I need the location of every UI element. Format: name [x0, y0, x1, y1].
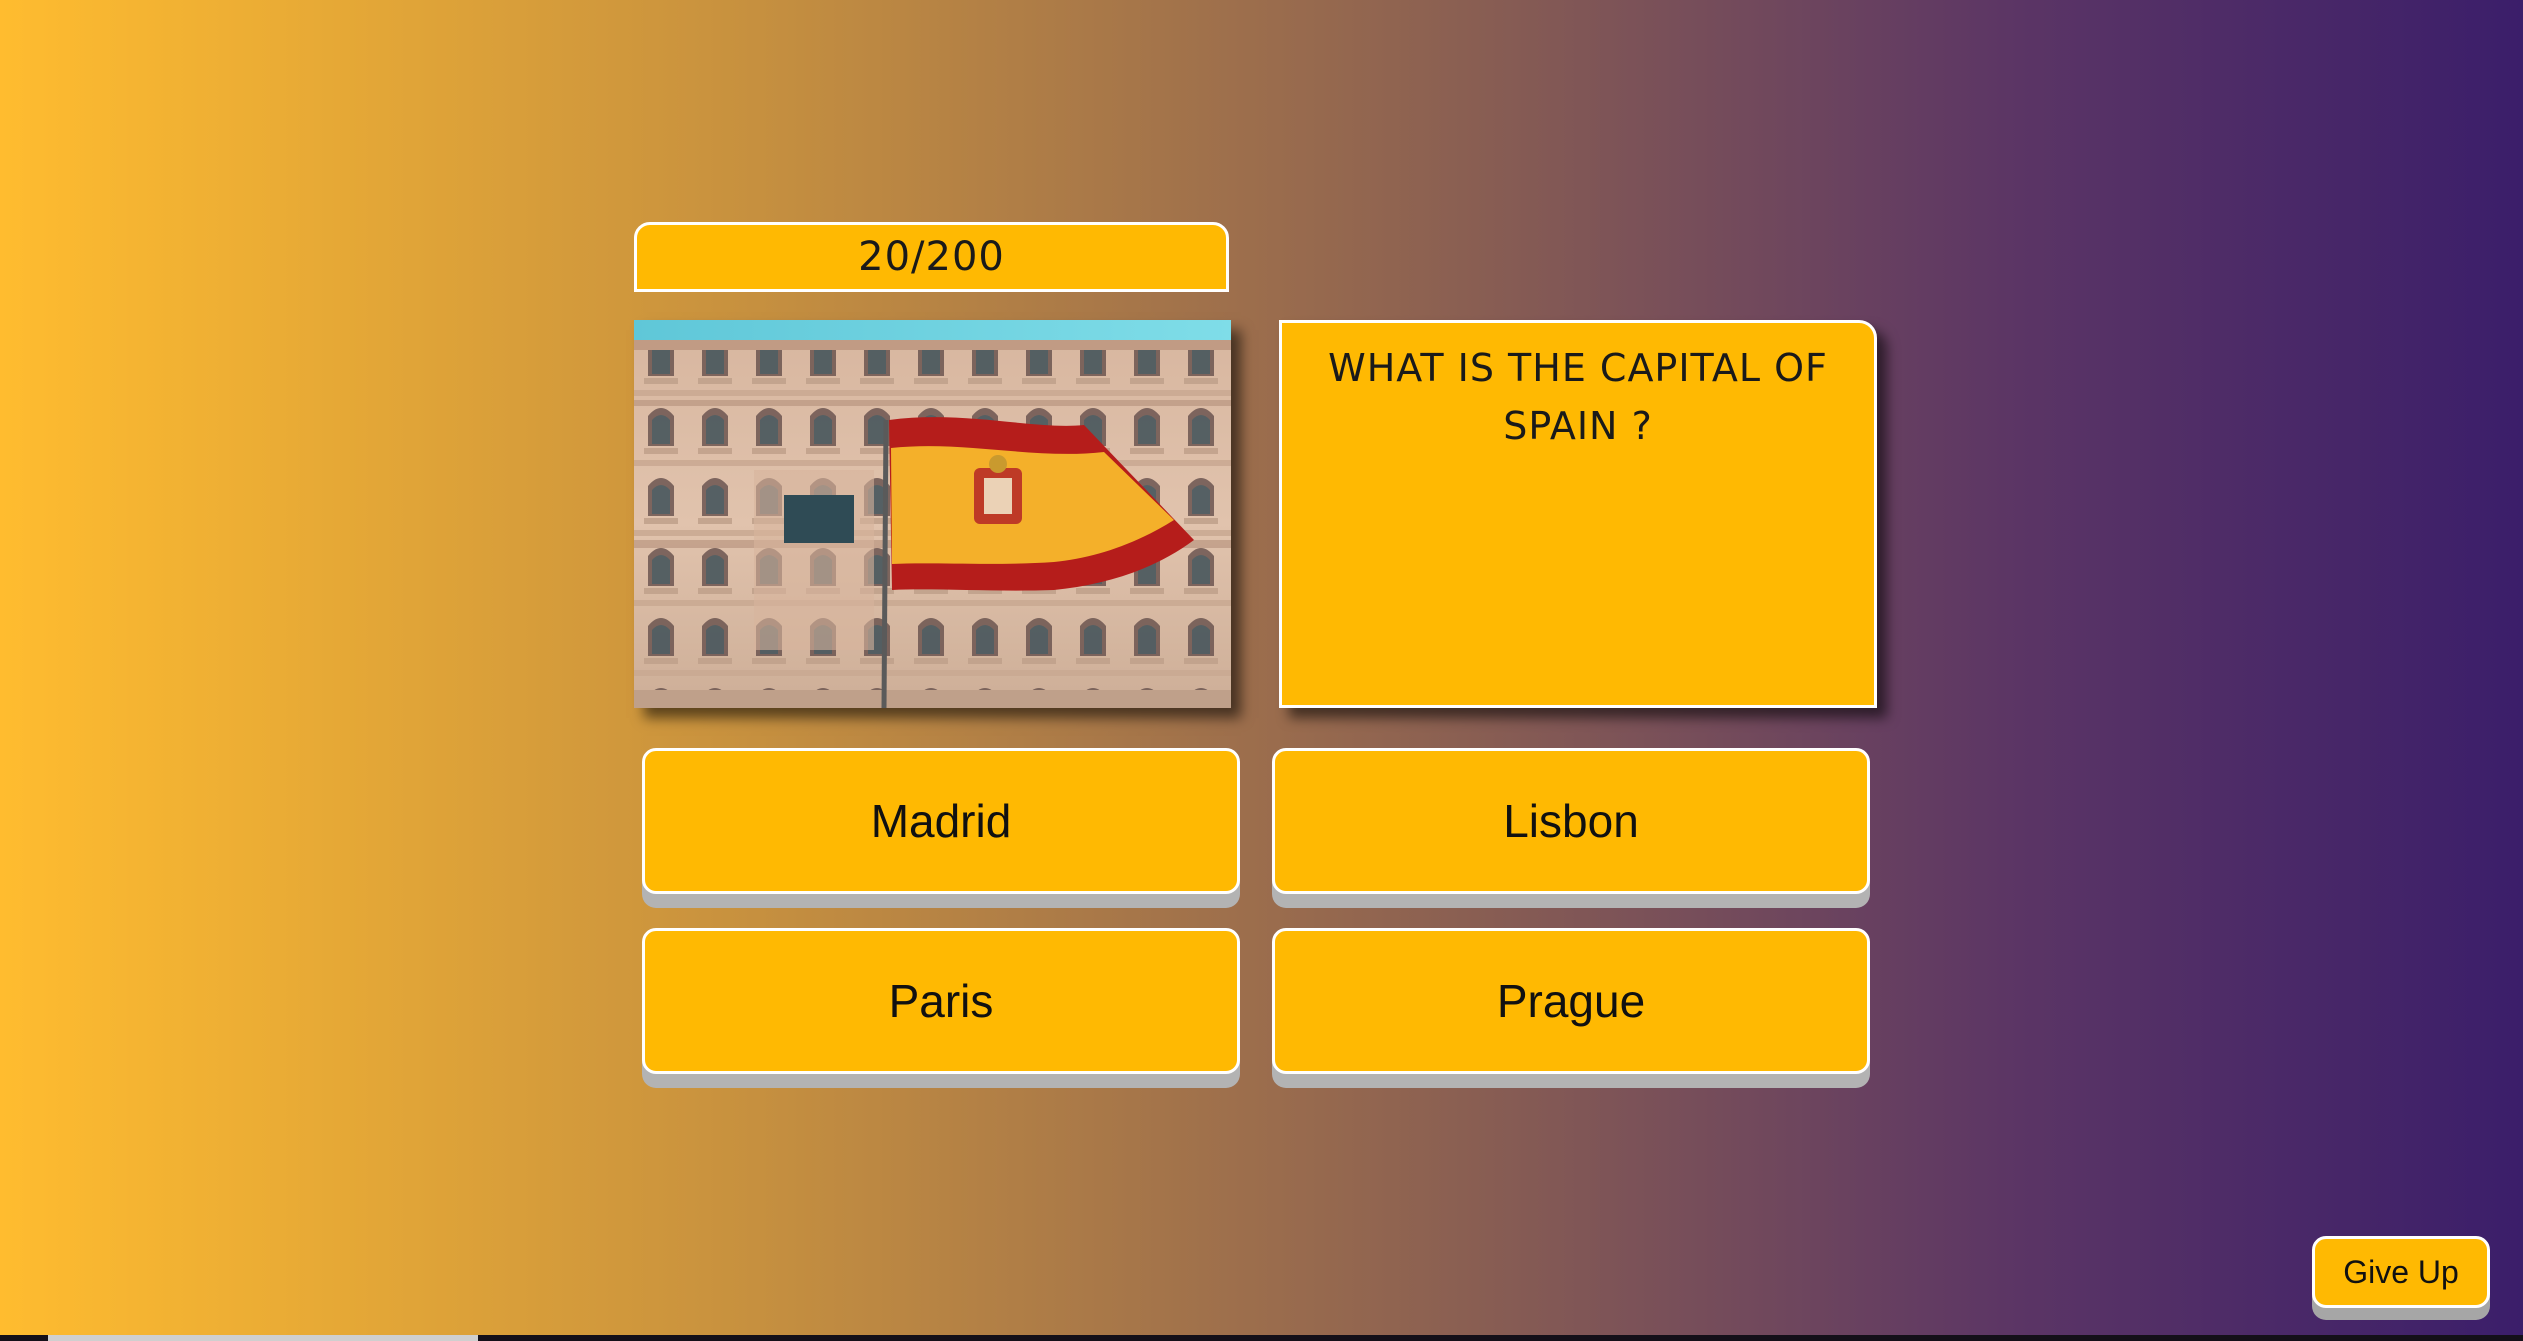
answer-option-2[interactable]: Lisbon: [1272, 748, 1870, 894]
give-up-button[interactable]: Give Up: [2312, 1236, 2490, 1308]
question-text: WHAT IS THE CAPITAL OF SPAIN ?: [1279, 320, 1877, 708]
progress-counter: 20/200: [634, 222, 1229, 292]
bottom-edge-highlight: [48, 1335, 478, 1341]
answer-option-1[interactable]: Madrid: [642, 748, 1240, 894]
answer-option-3[interactable]: Paris: [642, 928, 1240, 1074]
spanish-flag-building-image: [634, 320, 1231, 708]
question-image: [634, 320, 1231, 708]
answer-option-4[interactable]: Prague: [1272, 928, 1870, 1074]
